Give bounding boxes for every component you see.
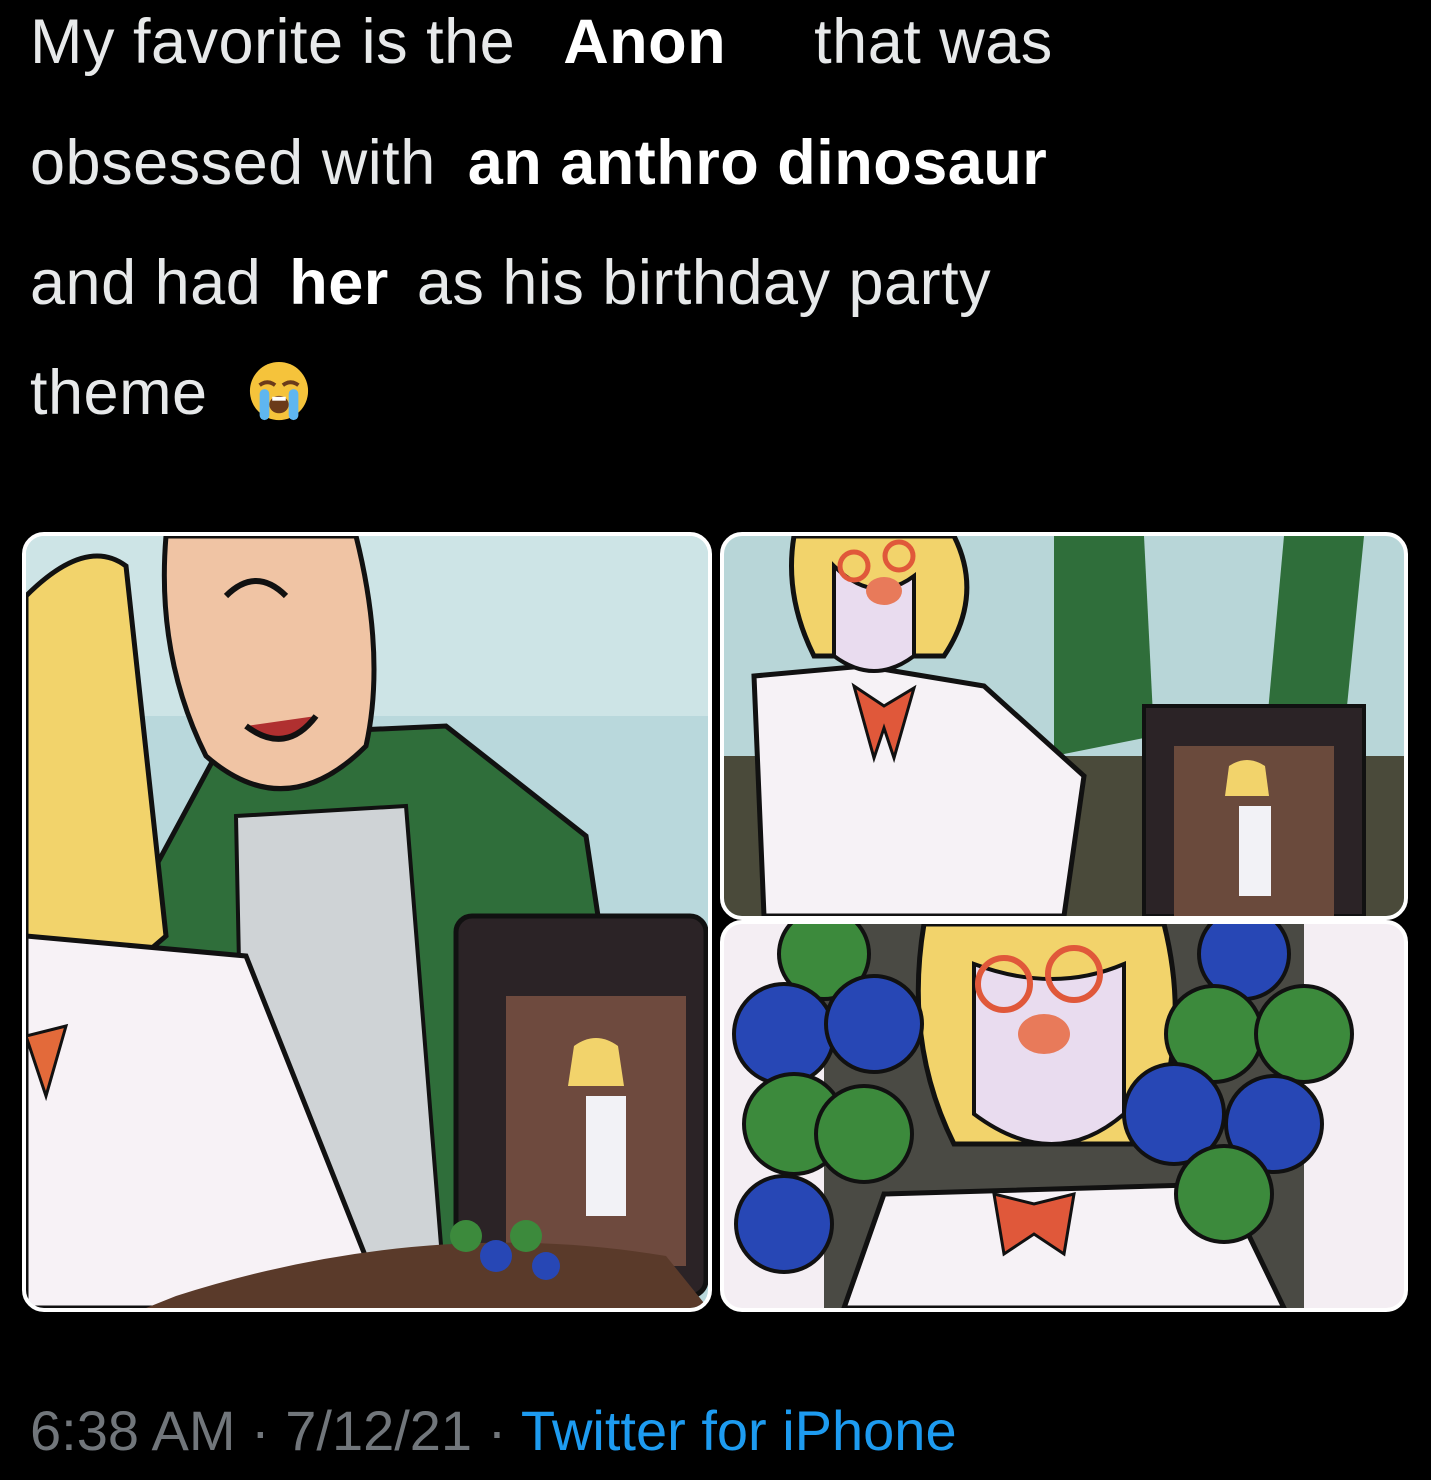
tweet-line-4: theme [30,357,310,429]
separator: · [472,1399,521,1462]
separator: · [235,1399,286,1462]
comic-panel-girl-with-balloons [720,920,1408,1312]
tweet-text-segment: and had [30,248,262,318]
tweet-line-2: obsessed with an anthro dinosaur [30,127,1047,199]
tweet-line-1: My favorite is the Anon that was [30,6,1053,78]
tweet-time: 6:38 AM [30,1399,236,1462]
overlay-text-anon: Anon [563,7,727,77]
tweet-metadata: 6:38 AM · 7/12/21 · Twitter for iPhone [30,1398,957,1463]
overlay-text-dinosaur: an anthro dinosaur [467,128,1048,198]
tweet-text-segment: theme [30,358,208,428]
comic-image[interactable] [0,520,1431,1320]
tweet-text-segment: that was [814,7,1053,77]
tweet-line-3: and had her as his birthday party [30,247,991,319]
loudly-crying-face-icon [249,361,308,421]
tweet-text-segment: My favorite is the [30,7,516,77]
tweet-date[interactable]: 7/12/21 [285,1399,472,1462]
overlay-text-her: her [289,248,389,318]
tweet-text-segment: as his birthday party [416,248,992,318]
tweet-text-segment: obsessed with [30,128,436,198]
comic-panel-girl-with-framed-photo [720,532,1408,920]
comic-panel-man-with-photo [22,532,712,1312]
tweet-source-link[interactable]: Twitter for iPhone [521,1399,957,1462]
